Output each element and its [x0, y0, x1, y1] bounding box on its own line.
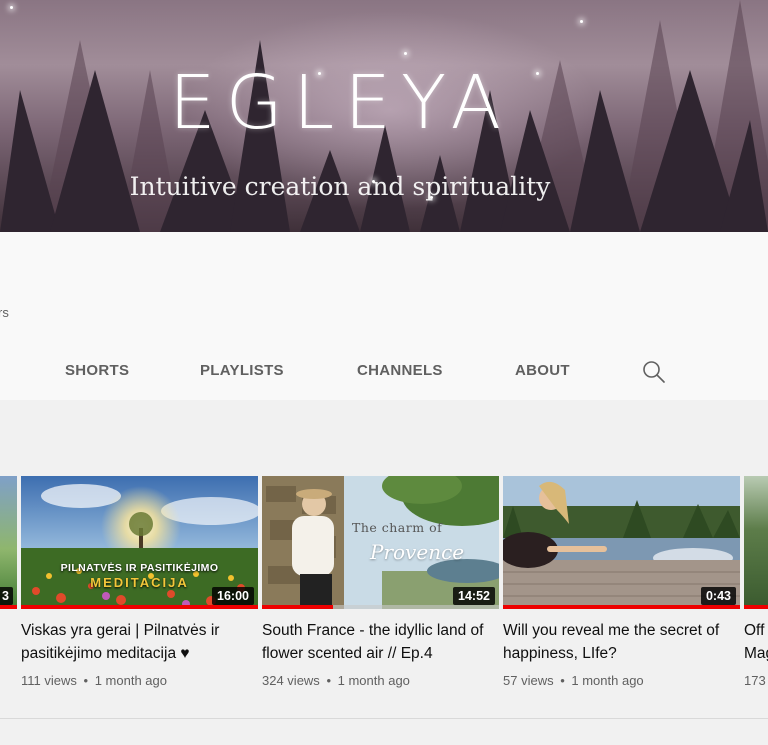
upload-age: 1 month ago — [337, 673, 410, 688]
tab-shorts[interactable]: SHORTS — [65, 362, 129, 379]
watch-progress-bar — [744, 605, 768, 609]
video-title[interactable]: South France - the idyllic land of flowe… — [262, 619, 499, 665]
watch-progress-bar — [0, 605, 17, 609]
video-thumbnail[interactable]: 0:43 — [503, 476, 740, 609]
video-card-partial-right[interactable]: Off Mag 173 — [744, 476, 768, 721]
video-thumbnail[interactable]: PILNATVĖS IR PASITIKĖJIMO MEDITACIJA 16:… — [21, 476, 258, 609]
shelf-divider — [0, 718, 768, 719]
search-icon — [643, 361, 665, 383]
video-meta: 324 views • 1 month ago — [262, 673, 410, 688]
video-card-partial-left[interactable]: 3 — [0, 476, 17, 609]
meta-separator: • — [560, 673, 565, 688]
video-duration: 3 — [0, 587, 13, 605]
thumbnail-overlay-text: Provence — [370, 540, 465, 564]
tab-about[interactable]: ABOUT — [515, 362, 570, 379]
watch-progress-fill — [503, 605, 740, 609]
video-card[interactable]: The charm of Provence 14:52 South France… — [262, 476, 499, 688]
thumbnail-overlay-text: PILNATVĖS IR PASITIKĖJIMO — [60, 562, 219, 574]
watch-progress-fill — [21, 605, 258, 609]
banner-subtitle: Intuitive creation and spirituality — [129, 172, 551, 201]
sparkle — [404, 52, 407, 55]
video-duration: 16:00 — [212, 587, 254, 605]
upload-age: 1 month ago — [94, 673, 167, 688]
watch-progress-bar — [262, 605, 499, 609]
watch-progress-bar — [21, 605, 258, 609]
video-thumbnail — [744, 476, 768, 609]
sparkle — [580, 20, 583, 23]
video-duration: 14:52 — [453, 587, 495, 605]
video-title[interactable]: Viskas yra gerai | Pilnatvės ir pasitikė… — [21, 619, 258, 665]
view-count: 324 views — [262, 673, 320, 688]
video-title[interactable]: Will you reveal me the secret of happine… — [503, 619, 740, 665]
video-title-fragment: Off — [744, 622, 765, 639]
thumbnail-overlay-text: The charm of — [352, 520, 443, 535]
tab-channels[interactable]: CHANNELS — [357, 362, 443, 379]
video-title-fragment: Mag — [744, 645, 768, 662]
video-meta: 111 views • 1 month ago — [21, 673, 167, 688]
view-count: 57 views — [503, 673, 554, 688]
video-card[interactable]: 0:43 Will you reveal me the secret of ha… — [503, 476, 740, 688]
meta-separator: • — [326, 673, 331, 688]
upload-age: 1 month ago — [571, 673, 644, 688]
meta-separator: • — [83, 673, 89, 688]
view-count: 111 views — [21, 673, 77, 688]
watch-progress-fill — [262, 605, 334, 609]
channel-banner: EGLEYA Intuitive creation and spirituali… — [0, 0, 768, 232]
banner-title: EGLEYA — [168, 60, 512, 146]
video-duration: 0:43 — [700, 587, 736, 605]
sparkle — [10, 6, 13, 9]
video-card[interactable]: PILNATVĖS IR PASITIKĖJIMO MEDITACIJA 16:… — [21, 476, 258, 688]
view-count: 173 — [744, 673, 766, 688]
video-thumbnail[interactable]: The charm of Provence 14:52 — [262, 476, 499, 609]
subscriber-count: rs — [0, 305, 9, 320]
channel-search-button[interactable] — [641, 359, 667, 385]
tab-playlists[interactable]: PLAYLISTS — [200, 362, 284, 379]
video-meta: 57 views • 1 month ago — [503, 673, 644, 688]
watch-progress-bar — [503, 605, 740, 609]
